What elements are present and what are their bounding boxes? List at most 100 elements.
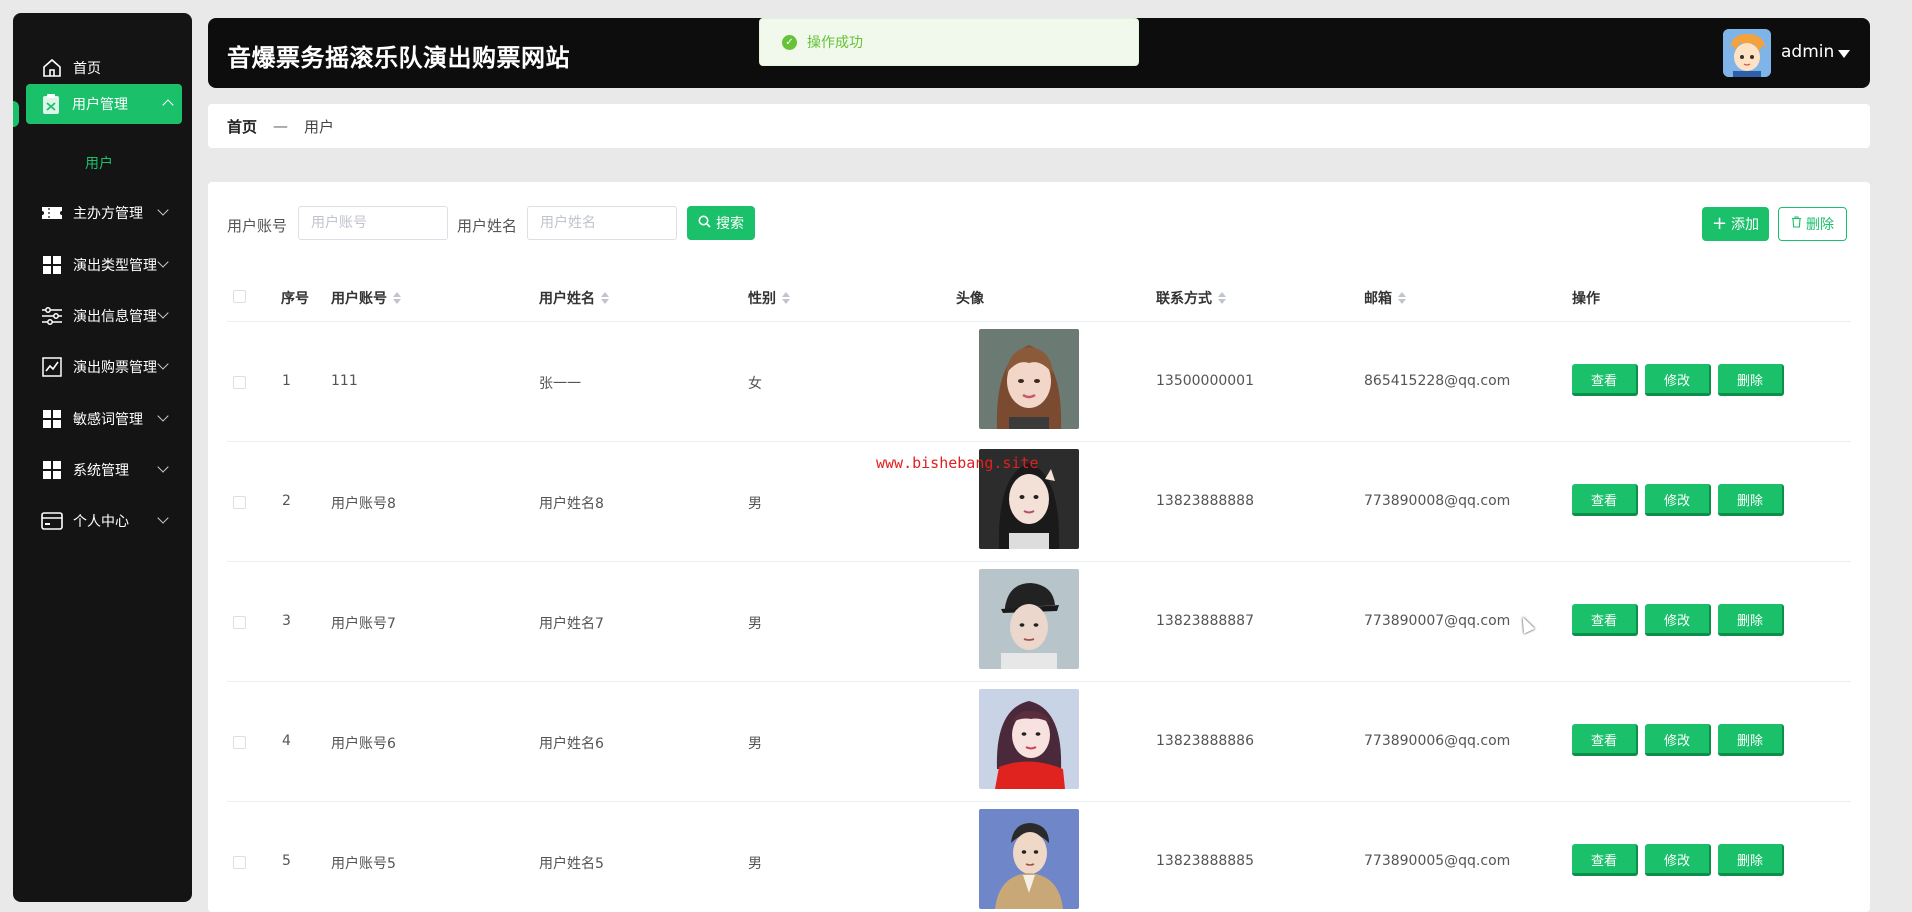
table-row: 1 111 张一一 女 13500000001 865415228@qq.com… xyxy=(227,322,1851,442)
sidebar-item-label: 演出购票管理 xyxy=(73,360,157,376)
column-header-name[interactable]: 用户姓名 xyxy=(539,288,609,308)
grid-icon xyxy=(39,254,65,276)
breadcrumb-separator: — xyxy=(273,117,289,135)
row-email: 773890005@qq.com xyxy=(1364,853,1511,869)
sort-icon xyxy=(782,292,790,304)
column-header-gender[interactable]: 性别 xyxy=(748,288,790,308)
main-panel: 用户账号 用户姓名 搜索 + 添加 删除 序号 用户账号 用户姓名 性别 头像 … xyxy=(208,182,1870,912)
row-checkbox[interactable] xyxy=(233,856,246,869)
sidebar-item-personal-center[interactable]: 个人中心 xyxy=(27,503,177,539)
row-phone: 13823888887 xyxy=(1156,613,1254,629)
add-button[interactable]: + 添加 xyxy=(1702,207,1769,241)
row-account: 111 xyxy=(331,373,358,389)
site-title: 音爆票务摇滚乐队演出购票网站 xyxy=(227,44,570,72)
sidebar-item-label: 敏感词管理 xyxy=(73,412,143,428)
view-button[interactable]: 查看 xyxy=(1572,484,1638,516)
row-checkbox[interactable] xyxy=(233,616,246,629)
row-name: 张一一 xyxy=(539,376,581,392)
table-row: 5 用户账号5 用户姓名5 男 13823888885 773890005@qq… xyxy=(227,802,1851,912)
row-account: 用户账号6 xyxy=(331,736,396,752)
sidebar-item-label: 演出信息管理 xyxy=(73,309,157,325)
table-header: 序号 用户账号 用户姓名 性别 头像 联系方式 邮箱 操作 xyxy=(227,270,1851,322)
user-avatar-photo[interactable] xyxy=(979,689,1079,789)
column-header-phone[interactable]: 联系方式 xyxy=(1156,288,1226,308)
search-icon xyxy=(698,215,711,232)
success-toast: ✓ 操作成功 xyxy=(759,18,1139,66)
breadcrumb: 首页 — 用户 xyxy=(208,104,1870,148)
chevron-up-icon xyxy=(162,99,174,111)
chevron-down-icon xyxy=(157,358,169,370)
caret-down-icon[interactable] xyxy=(1838,50,1850,58)
user-avatar-photo[interactable] xyxy=(979,569,1079,669)
avatar[interactable] xyxy=(1723,29,1771,77)
chevron-down-icon xyxy=(157,204,169,216)
breadcrumb-home[interactable]: 首页 xyxy=(227,116,257,137)
user-avatar-photo[interactable] xyxy=(979,809,1079,909)
sidebar-item-sensitive-word-management[interactable]: 敏感词管理 xyxy=(27,401,177,437)
sidebar-item-show-info-management[interactable]: 演出信息管理 xyxy=(27,298,177,334)
watermark-text: www.bishebang.site xyxy=(876,454,1039,472)
row-name: 用户姓名6 xyxy=(539,736,604,752)
row-phone: 13823888885 xyxy=(1156,853,1254,869)
row-checkbox[interactable] xyxy=(233,496,246,509)
chevron-down-icon xyxy=(157,512,169,524)
sidebar-item-home[interactable]: 首页 xyxy=(27,50,177,86)
row-checkbox[interactable] xyxy=(233,376,246,389)
delete-button[interactable]: 删除 xyxy=(1718,364,1784,396)
search-button[interactable]: 搜索 xyxy=(687,206,755,240)
row-gender: 男 xyxy=(748,736,762,752)
delete-button[interactable]: 删除 xyxy=(1718,844,1784,876)
sidebar-subitem-user[interactable]: 用户 xyxy=(85,153,113,173)
row-account: 用户账号5 xyxy=(331,856,396,872)
active-indicator xyxy=(13,101,19,127)
column-header-account[interactable]: 用户账号 xyxy=(331,288,401,308)
sidebar-item-ticket-management[interactable]: 演出购票管理 xyxy=(27,349,177,385)
chevron-down-icon xyxy=(157,256,169,268)
bulk-delete-label: 删除 xyxy=(1806,217,1834,233)
account-search-input[interactable] xyxy=(298,206,448,240)
row-gender: 男 xyxy=(748,856,762,872)
sidebar-item-user-management[interactable]: 用户管理 xyxy=(26,84,182,124)
admin-username[interactable]: admin xyxy=(1781,42,1834,62)
sliders-icon xyxy=(39,305,65,327)
edit-button[interactable]: 修改 xyxy=(1645,604,1711,636)
row-gender: 男 xyxy=(748,496,762,512)
user-avatar-photo[interactable] xyxy=(979,329,1079,429)
bulk-delete-button[interactable]: 删除 xyxy=(1778,207,1847,241)
sidebar-item-system-management[interactable]: 系统管理 xyxy=(27,452,177,488)
sidebar-item-label: 系统管理 xyxy=(73,463,129,479)
sort-icon xyxy=(1398,292,1406,304)
row-name: 用户姓名8 xyxy=(539,496,604,512)
row-index: 3 xyxy=(282,613,291,629)
toast-message: 操作成功 xyxy=(807,35,863,51)
view-button[interactable]: 查看 xyxy=(1572,364,1638,396)
sidebar-item-organizer-management[interactable]: 主办方管理 xyxy=(27,195,177,231)
table-row: 2 用户账号8 用户姓名8 男 13823888888 773890008@qq… xyxy=(227,442,1851,562)
delete-button[interactable]: 删除 xyxy=(1718,724,1784,756)
row-gender: 男 xyxy=(748,616,762,632)
edit-button[interactable]: 修改 xyxy=(1645,484,1711,516)
edit-button[interactable]: 修改 xyxy=(1645,364,1711,396)
sidebar-item-label: 个人中心 xyxy=(73,514,129,530)
check-circle-icon: ✓ xyxy=(782,34,797,50)
sidebar-item-label: 演出类型管理 xyxy=(73,258,157,274)
table-row: 4 用户账号6 用户姓名6 男 13823888886 773890006@qq… xyxy=(227,682,1851,802)
row-index: 2 xyxy=(282,493,291,509)
delete-button[interactable]: 删除 xyxy=(1718,484,1784,516)
select-all-checkbox[interactable] xyxy=(233,290,246,303)
edit-button[interactable]: 修改 xyxy=(1645,724,1711,756)
chart-line-icon xyxy=(39,356,65,378)
delete-button[interactable]: 删除 xyxy=(1718,604,1784,636)
chevron-down-icon xyxy=(157,461,169,473)
name-search-input[interactable] xyxy=(527,206,677,240)
grid-icon xyxy=(39,408,65,430)
view-button[interactable]: 查看 xyxy=(1572,724,1638,756)
sidebar-item-show-type-management[interactable]: 演出类型管理 xyxy=(27,247,177,283)
add-button-label: 添加 xyxy=(1731,217,1760,233)
row-checkbox[interactable] xyxy=(233,736,246,749)
column-header-email[interactable]: 邮箱 xyxy=(1364,288,1406,308)
row-email: 773890008@qq.com xyxy=(1364,493,1511,509)
view-button[interactable]: 查看 xyxy=(1572,604,1638,636)
view-button[interactable]: 查看 xyxy=(1572,844,1638,876)
edit-button[interactable]: 修改 xyxy=(1645,844,1711,876)
